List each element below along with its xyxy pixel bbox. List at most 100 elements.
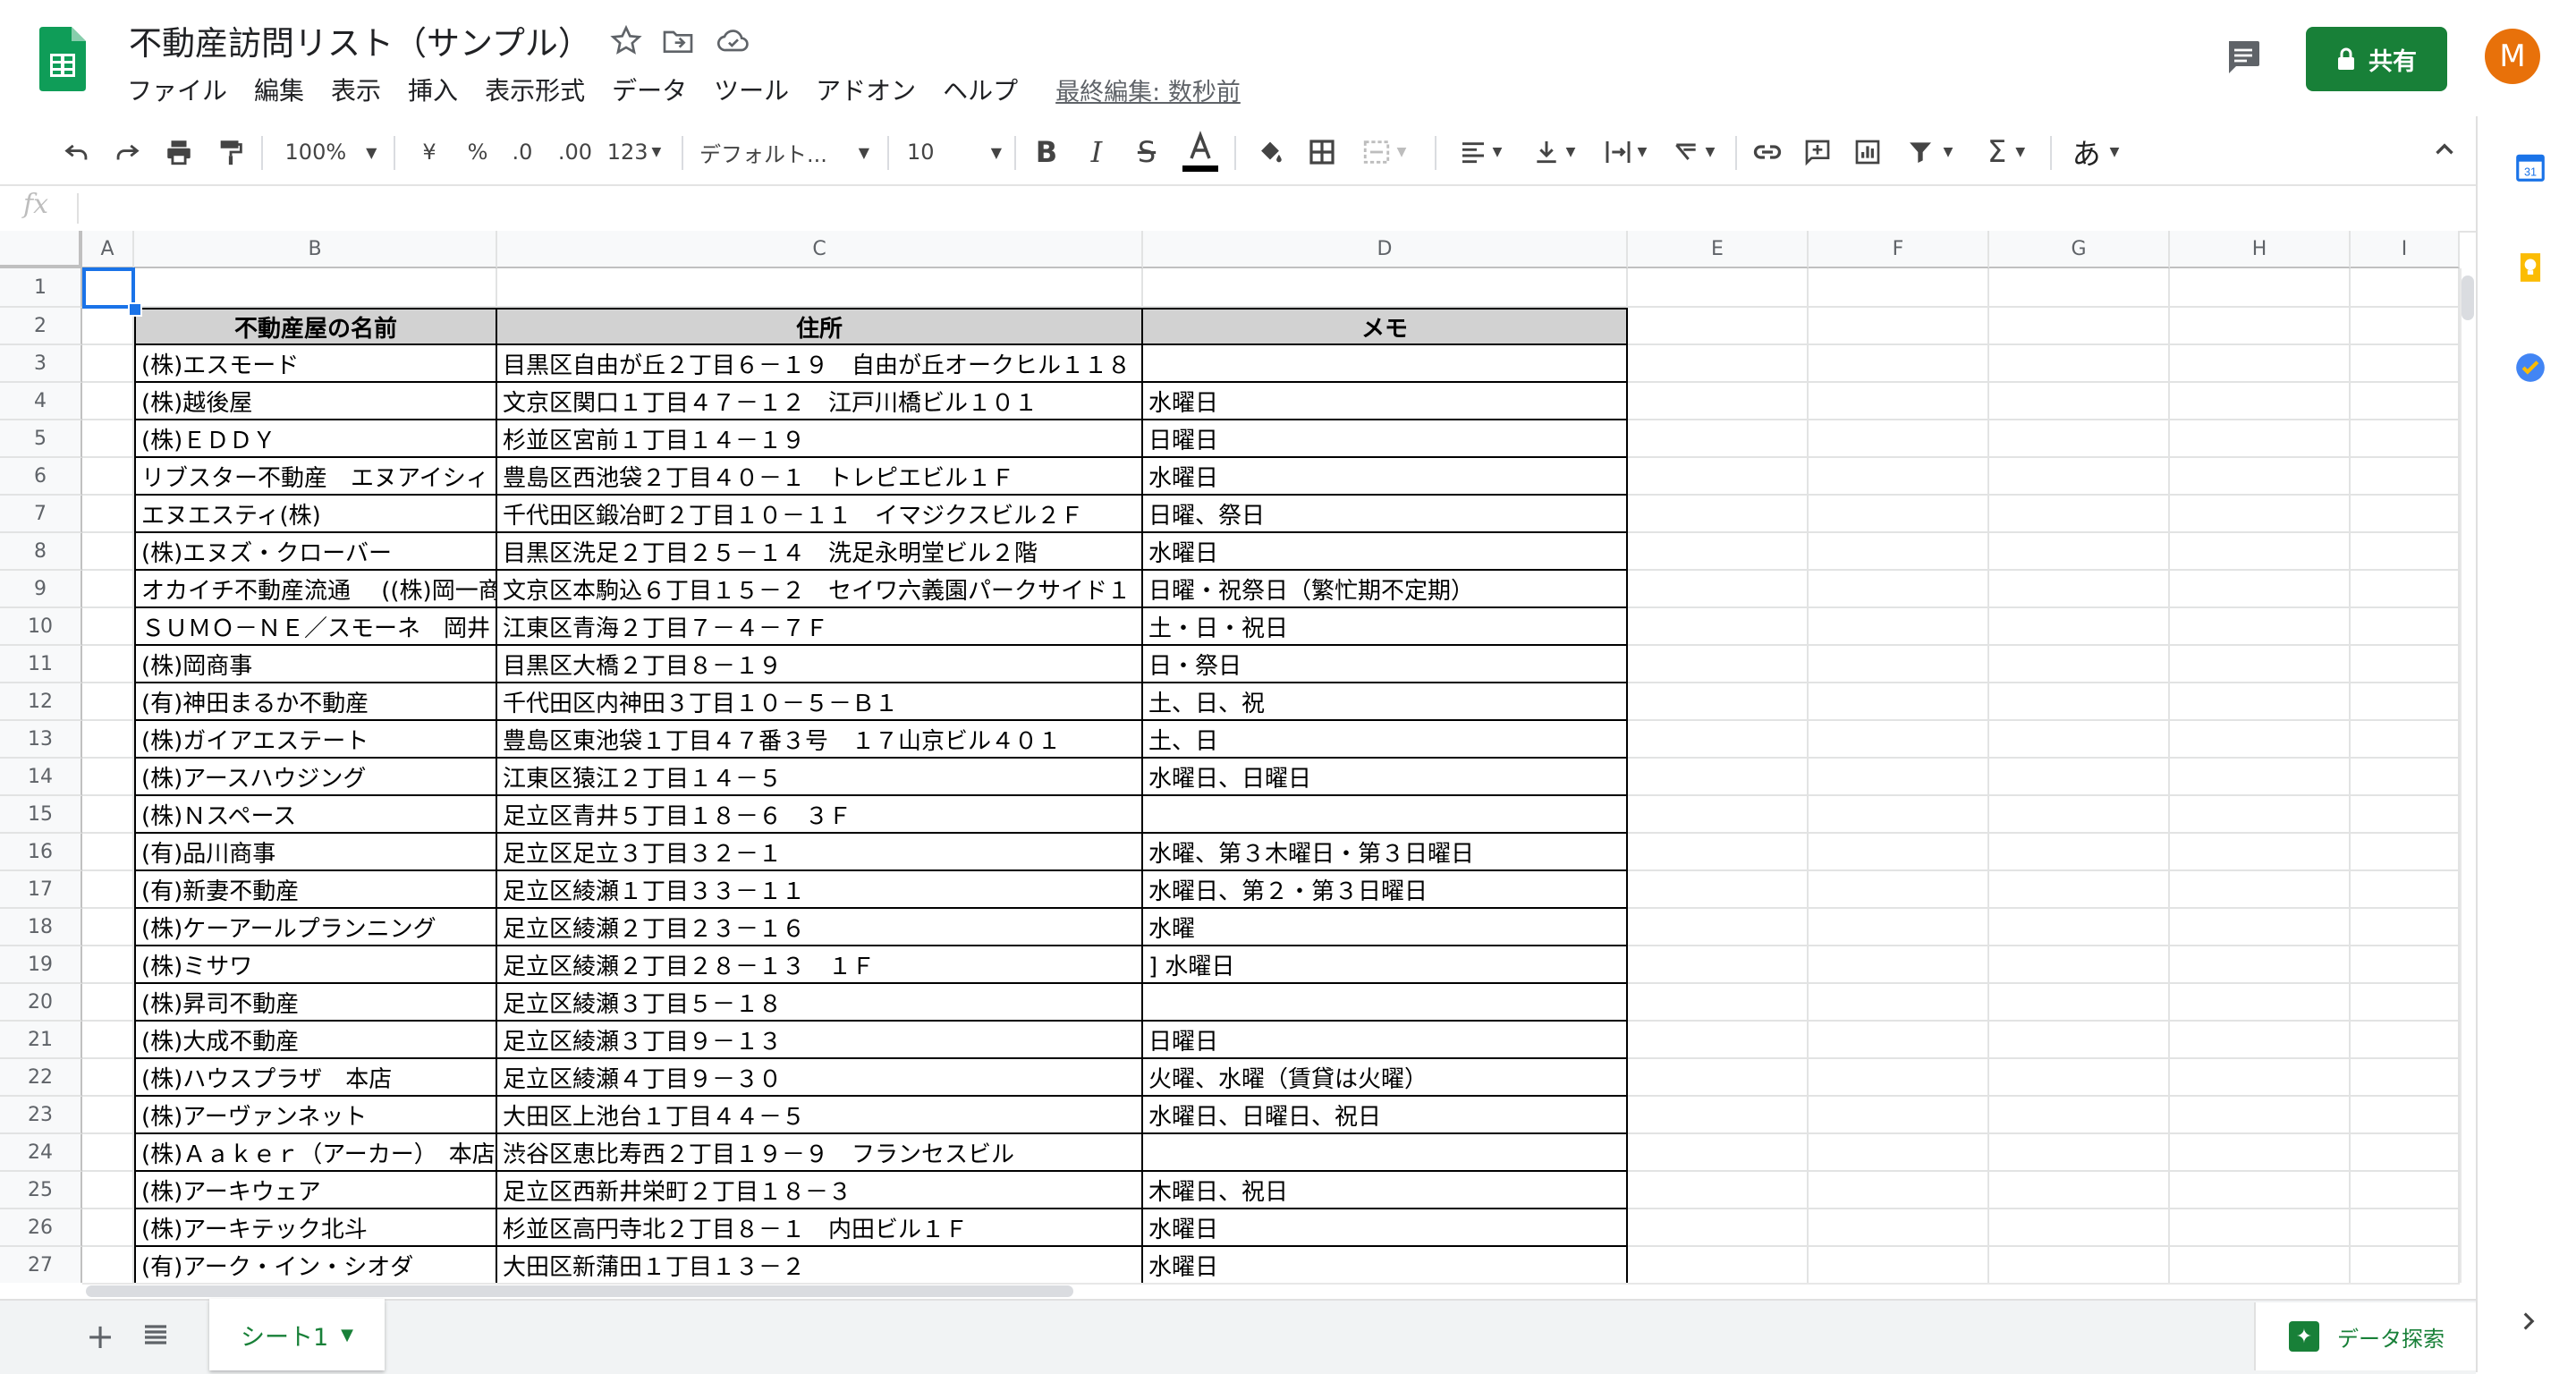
cell[interactable]	[2170, 1022, 2351, 1059]
column-header-g[interactable]: G	[1989, 231, 2170, 268]
memo-cell[interactable]	[1143, 345, 1628, 383]
vertical-align-icon[interactable]: ▼	[1524, 120, 1583, 184]
memo-cell[interactable]: 水曜日、第２・第３日曜日	[1143, 871, 1628, 909]
memo-cell[interactable]: 水曜日	[1143, 1247, 1628, 1283]
cell[interactable]	[2351, 608, 2460, 646]
cell[interactable]	[82, 871, 134, 909]
spreadsheet-grid[interactable]: A B C D E F G H I 1 2 3 4 5 6 7 8 9 10 11 12 13 14 15 16 17 18 19 20…	[0, 231, 2460, 1283]
cell[interactable]	[82, 1209, 134, 1247]
cell[interactable]	[1809, 834, 1989, 871]
column-header-d[interactable]: D	[1143, 231, 1628, 268]
cell[interactable]	[1628, 1172, 1809, 1209]
cell[interactable]	[1628, 1247, 1809, 1283]
menu-tools[interactable]: ツール	[714, 72, 789, 107]
cell[interactable]	[1989, 420, 2170, 458]
cell[interactable]	[1628, 608, 1809, 646]
decrease-decimal-button[interactable]: .0	[504, 120, 540, 184]
font-family-select[interactable]: デフォルト... ▼	[699, 120, 869, 184]
address-cell[interactable]: 大田区上池台１丁目４４－５	[497, 1097, 1143, 1134]
menu-edit[interactable]: 編集	[254, 72, 304, 107]
functions-icon[interactable]: Σ ▼	[1977, 120, 2036, 184]
calendar-icon[interactable]: 31	[2513, 150, 2547, 188]
cell[interactable]	[1628, 533, 1809, 571]
collapse-menu-icon[interactable]	[2429, 134, 2460, 165]
cell[interactable]	[2351, 1022, 2460, 1059]
address-cell[interactable]: 杉並区高円寺北２丁目８－１ 内田ビル１Ｆ	[497, 1209, 1143, 1247]
borders-icon[interactable]	[1302, 120, 1342, 184]
menu-format[interactable]: 表示形式	[485, 72, 585, 107]
row-header[interactable]: 1	[0, 268, 82, 308]
shop-name-cell[interactable]: (株)越後屋	[134, 383, 497, 420]
cell[interactable]	[82, 420, 134, 458]
cell[interactable]	[1989, 383, 2170, 420]
menu-addons[interactable]: アドオン	[816, 72, 916, 107]
sheets-logo-icon[interactable]	[39, 27, 86, 91]
cell[interactable]	[2351, 458, 2460, 496]
shop-name-cell[interactable]: (有)神田まるか不動産	[134, 683, 497, 721]
row-header[interactable]: 25	[0, 1172, 82, 1209]
shop-name-cell[interactable]: (有)新妻不動産	[134, 871, 497, 909]
shop-name-cell[interactable]: ＳＵＭＯ－ＮＥ／スモーネ 岡井	[134, 608, 497, 646]
menu-file[interactable]: ファイル	[127, 72, 227, 107]
memo-cell[interactable]: 水曜日	[1143, 1209, 1628, 1247]
shop-name-cell[interactable]: (株)昇司不動産	[134, 984, 497, 1022]
memo-cell[interactable]: 日・祭日	[1143, 646, 1628, 683]
column-header-f[interactable]: F	[1809, 231, 1989, 268]
address-cell[interactable]: 文京区本駒込６丁目１５－２ セイワ六義園パークサイド１	[497, 571, 1143, 608]
cell[interactable]	[1809, 946, 1989, 984]
row-header[interactable]: 13	[0, 721, 82, 759]
row-header[interactable]: 21	[0, 1022, 82, 1059]
text-wrap-icon[interactable]: ▼	[1596, 120, 1655, 184]
filter-icon[interactable]: ▼	[1900, 120, 1959, 184]
cell[interactable]	[82, 308, 134, 345]
cell[interactable]	[1809, 796, 1989, 834]
shop-name-cell[interactable]: (株)ケーアールプランニング	[134, 909, 497, 946]
avatar[interactable]: M	[2485, 29, 2540, 84]
move-folder-icon[interactable]	[660, 23, 696, 59]
cell[interactable]	[1628, 571, 1809, 608]
cell[interactable]	[2351, 1209, 2460, 1247]
cell[interactable]	[2351, 571, 2460, 608]
row-header[interactable]: 17	[0, 871, 82, 909]
shop-name-cell[interactable]: (株)ハウスプラザ 本店	[134, 1059, 497, 1097]
address-cell[interactable]: 足立区綾瀬４丁目９－３０	[497, 1059, 1143, 1097]
cell[interactable]	[1628, 1097, 1809, 1134]
keep-icon[interactable]	[2513, 250, 2547, 288]
menu-insert[interactable]: 挿入	[408, 72, 458, 107]
cell[interactable]	[1809, 496, 1989, 533]
row-header[interactable]: 26	[0, 1209, 82, 1247]
cell[interactable]	[1809, 721, 1989, 759]
address-cell[interactable]: 目黒区洗足２丁目２５－１４ 洗足永明堂ビル２階	[497, 533, 1143, 571]
cell[interactable]	[2351, 1059, 2460, 1097]
merge-cells-icon[interactable]: ▼	[1354, 120, 1413, 184]
cell[interactable]	[1628, 871, 1809, 909]
shop-name-cell[interactable]: (株)エヌズ・クローバー	[134, 533, 497, 571]
address-cell[interactable]: 杉並区宮前１丁目１４－１９	[497, 420, 1143, 458]
cell[interactable]	[1628, 1134, 1809, 1172]
cell[interactable]	[82, 1134, 134, 1172]
memo-cell[interactable]: 日曜日	[1143, 420, 1628, 458]
currency-format-button[interactable]: ¥	[411, 120, 447, 184]
cell[interactable]	[82, 759, 134, 796]
number-format-select[interactable]: 123 ▼	[605, 120, 664, 184]
cell[interactable]	[2170, 571, 2351, 608]
percent-format-button[interactable]: %	[460, 120, 496, 184]
cell[interactable]	[82, 683, 134, 721]
cell[interactable]	[2170, 533, 2351, 571]
shop-name-cell[interactable]: (有)品川商事	[134, 834, 497, 871]
cell[interactable]	[1989, 834, 2170, 871]
row-header[interactable]: 18	[0, 909, 82, 946]
cell[interactable]	[1989, 268, 2170, 308]
shop-name-cell[interactable]: リブスター不動産 エヌアイシィ	[134, 458, 497, 496]
cell[interactable]	[82, 796, 134, 834]
column-header-i[interactable]: I	[2351, 231, 2460, 268]
cell[interactable]	[1809, 871, 1989, 909]
cell[interactable]	[2170, 608, 2351, 646]
column-header-h[interactable]: H	[2170, 231, 2351, 268]
cell[interactable]	[1989, 308, 2170, 345]
cell[interactable]	[1628, 458, 1809, 496]
row-header[interactable]: 2	[0, 308, 82, 345]
memo-cell[interactable]	[1143, 796, 1628, 834]
shop-name-cell[interactable]: (株)アースハウジング	[134, 759, 497, 796]
shop-name-cell[interactable]: (株)アーキウェア	[134, 1172, 497, 1209]
